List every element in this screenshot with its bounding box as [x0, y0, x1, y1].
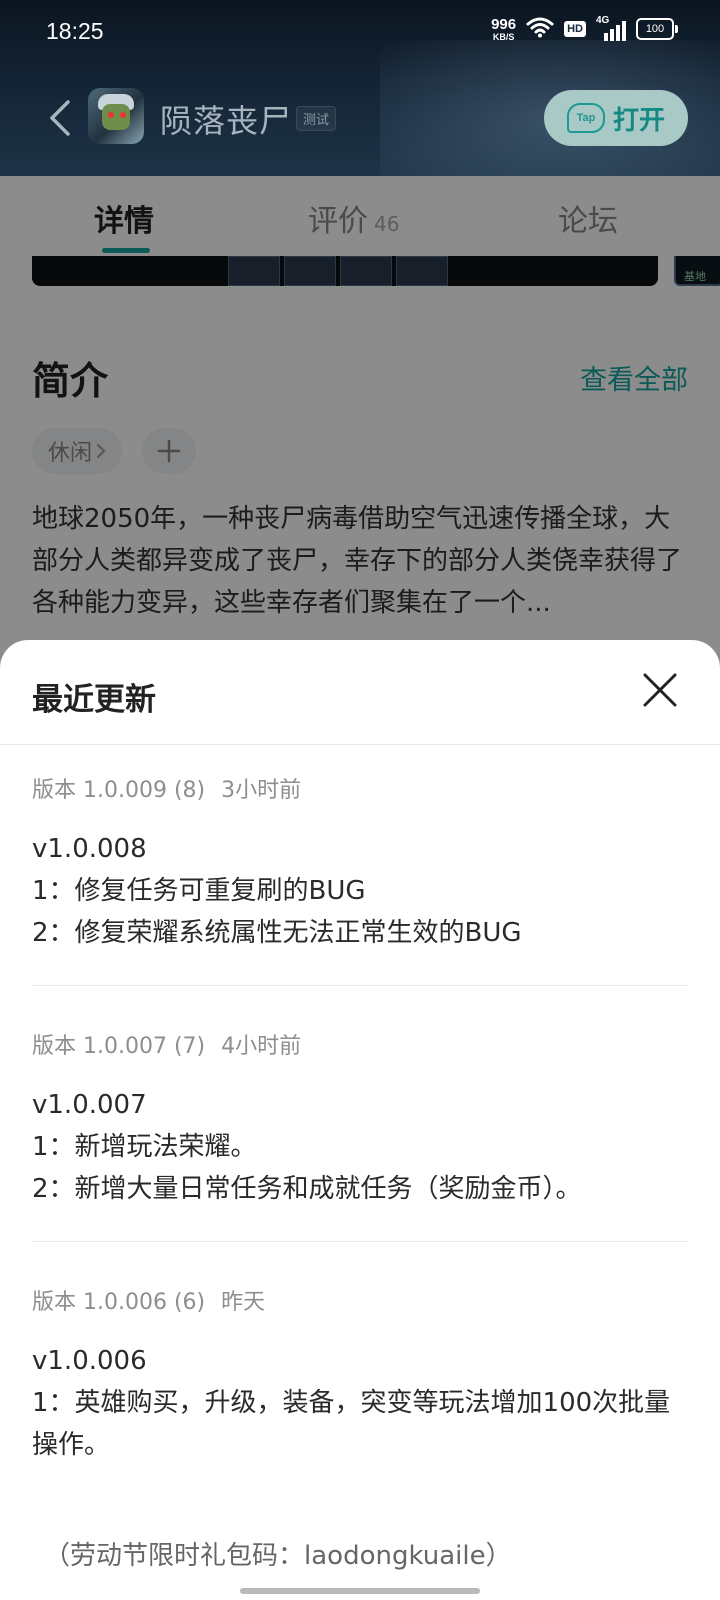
release-note-line: 2：新增大量日常任务和成就任务（奖励金币）。	[32, 1174, 582, 1204]
status-bar: 18:25 996 KB/S HD 4G 100	[0, 0, 720, 64]
release-note-line: v1.0.007	[32, 1090, 147, 1120]
gift-code-note: （劳动节限时礼包码：laodongkuaile）	[44, 1541, 512, 1571]
battery-level: 100	[645, 23, 665, 35]
sheet-title: 最近更新	[32, 682, 156, 718]
network-speed-value: 996	[491, 15, 517, 33]
release-time: 4小时前	[221, 1034, 302, 1059]
open-button-label: 打开	[612, 105, 665, 136]
release-notes: v1.0.007 1：新增玩法荣耀。 2：新增大量日常任务和成就任务（奖励金币）…	[32, 1084, 688, 1210]
app-icon	[88, 88, 144, 144]
release-note-line: 1：新增玩法荣耀。	[32, 1132, 257, 1162]
release-meta: 版本 1.0.007 (7) 4小时前	[32, 1028, 688, 1060]
recent-updates-sheet: 最近更新 版本 1.0.009 (8) 3小时前 v1.0.008 1：修复任务可…	[0, 640, 720, 1600]
status-time: 18:25	[46, 18, 104, 44]
back-button[interactable]	[36, 90, 84, 146]
release-notes: v1.0.006 1：英雄购买，升级，装备，突变等玩法增加100次批量操作。	[32, 1340, 688, 1466]
release-time: 昨天	[221, 1290, 266, 1315]
release-time: 3小时前	[221, 778, 302, 803]
network-speed: 996 KB/S	[491, 17, 516, 42]
release-entry: 版本 1.0.006 (6) 昨天 v1.0.006 1：英雄购买，升级，装备，突…	[32, 1284, 688, 1466]
open-button[interactable]: Tap 打开	[544, 90, 688, 146]
release-version: 版本 1.0.006 (6)	[32, 1290, 206, 1315]
battery-icon: 100	[636, 18, 678, 40]
release-entry: 版本 1.0.007 (7) 4小时前 v1.0.007 1：新增玩法荣耀。 2：…	[32, 1028, 688, 1210]
release-notes: v1.0.008 1：修复任务可重复刷的BUG 2：修复荣耀系统属性无法正常生效…	[32, 828, 688, 954]
beta-badge: 测试	[296, 106, 337, 131]
release-note-line: 1：修复任务可重复刷的BUG	[32, 876, 366, 906]
release-divider	[32, 1241, 688, 1242]
release-note-line: v1.0.008	[32, 834, 147, 864]
chevron-left-icon	[50, 100, 70, 136]
network-speed-unit: KB/S	[492, 31, 515, 42]
app-header: 18:25 996 KB/S HD 4G 100 陨落丧尸 测试 Tap 打开	[0, 0, 720, 176]
tap-logo-icon: Tap	[566, 103, 605, 133]
signal-icon: 4G	[596, 15, 626, 41]
release-note-line: v1.0.006	[32, 1346, 147, 1376]
hd-voice-icon: HD	[564, 21, 586, 37]
close-button[interactable]	[636, 666, 684, 714]
release-note-line: 1：英雄购买，升级，装备，突变等玩法增加100次批量操作。	[32, 1388, 671, 1460]
release-divider	[32, 985, 688, 986]
release-meta: 版本 1.0.009 (8) 3小时前	[32, 772, 688, 804]
release-version: 版本 1.0.007 (7)	[32, 1034, 206, 1059]
status-icons: 996 KB/S HD 4G 100	[491, 15, 678, 42]
release-note-line: 2：修复荣耀系统属性无法正常生效的BUG	[32, 918, 522, 948]
release-meta: 版本 1.0.006 (6) 昨天	[32, 1284, 688, 1316]
release-entry: 版本 1.0.009 (8) 3小时前 v1.0.008 1：修复任务可重复刷的B…	[32, 772, 688, 954]
close-icon	[643, 673, 677, 707]
sheet-divider	[0, 744, 720, 745]
release-version: 版本 1.0.009 (8)	[32, 778, 206, 803]
app-title-row: 陨落丧尸 测试 Tap 打开	[0, 86, 720, 150]
app-title: 陨落丧尸	[160, 102, 293, 140]
wifi-icon	[526, 16, 554, 42]
home-indicator[interactable]	[240, 1588, 480, 1594]
